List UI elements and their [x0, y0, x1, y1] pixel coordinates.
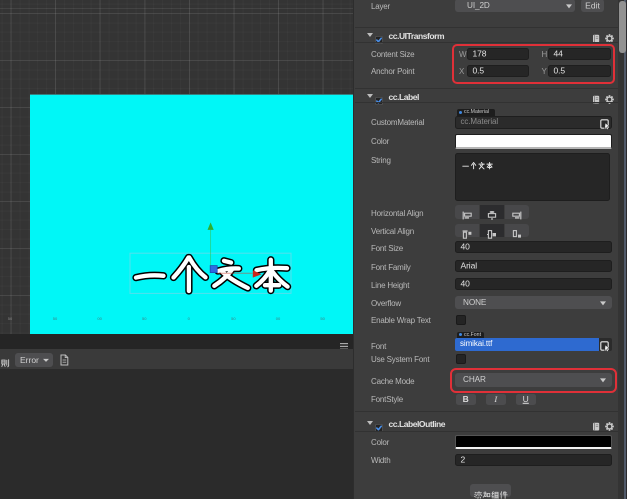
svg-text:00: 00	[276, 316, 281, 321]
svg-text:0: 0	[188, 316, 191, 321]
svg-text:50: 50	[142, 316, 147, 321]
svg-text:00: 00	[97, 316, 102, 321]
svg-text:50: 50	[8, 316, 13, 321]
svg-text:50: 50	[231, 316, 236, 321]
svg-text:50: 50	[320, 316, 325, 321]
svg-text:50: 50	[53, 316, 58, 321]
